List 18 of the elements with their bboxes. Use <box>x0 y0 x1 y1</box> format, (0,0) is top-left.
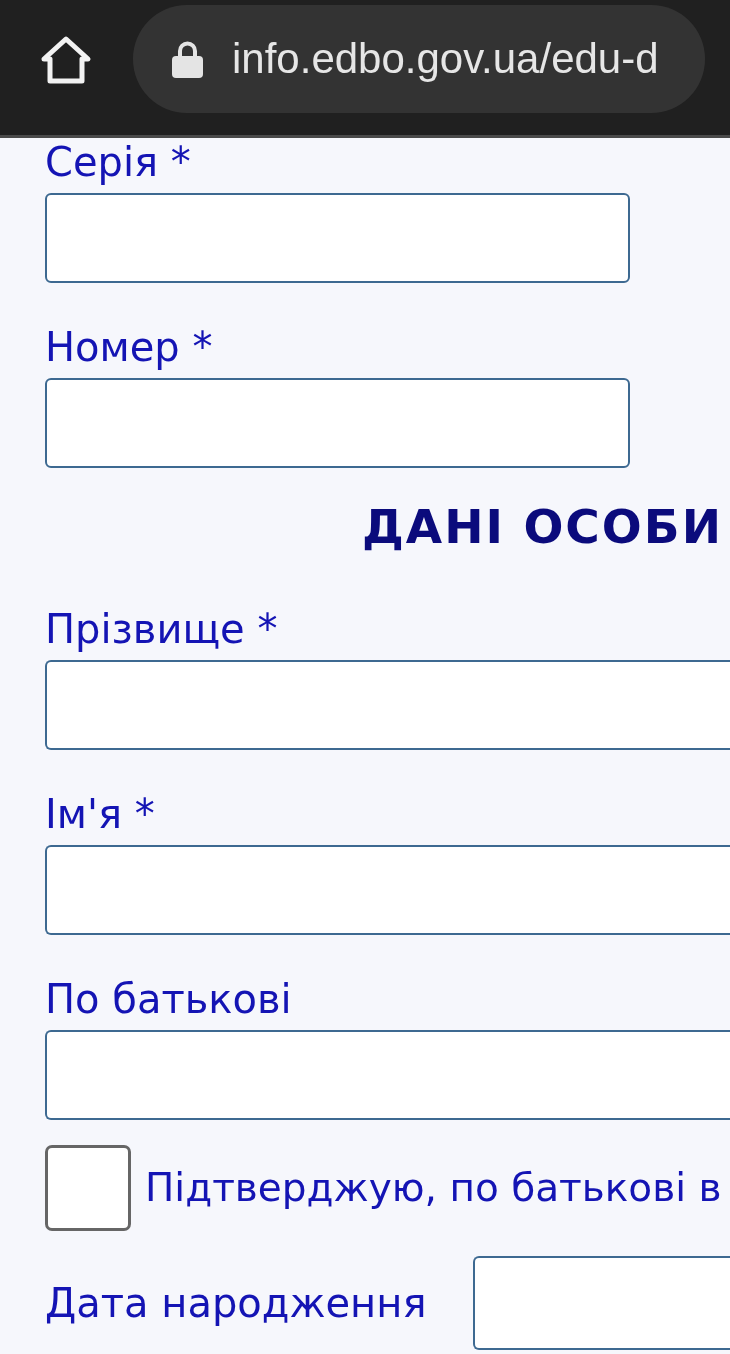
input-field[interactable] <box>45 660 730 750</box>
checkbox-label[interactable]: Підтверджую, по батькові в <box>145 1164 722 1212</box>
field-label: Номер * <box>45 323 213 371</box>
field-label: Ім'я * <box>45 790 155 838</box>
checkbox[interactable] <box>45 1145 131 1231</box>
section-heading: ДАНІ ОСОБИ <box>362 498 723 554</box>
field-label: Серія * <box>45 138 191 186</box>
field-label: Дата народження <box>45 1279 427 1327</box>
input-field[interactable] <box>45 1030 730 1120</box>
url-text: info.edbo.gov.ua/edu-d <box>232 35 659 83</box>
input-field[interactable] <box>45 193 630 283</box>
field-label: По батькові <box>45 975 292 1023</box>
field-label: Прізвище * <box>45 605 278 653</box>
address-bar[interactable]: info.edbo.gov.ua/edu-d <box>133 5 705 113</box>
input-field[interactable] <box>45 378 630 468</box>
date-input-field[interactable] <box>473 1256 730 1350</box>
home-icon[interactable] <box>40 35 92 85</box>
input-field[interactable] <box>45 845 730 935</box>
